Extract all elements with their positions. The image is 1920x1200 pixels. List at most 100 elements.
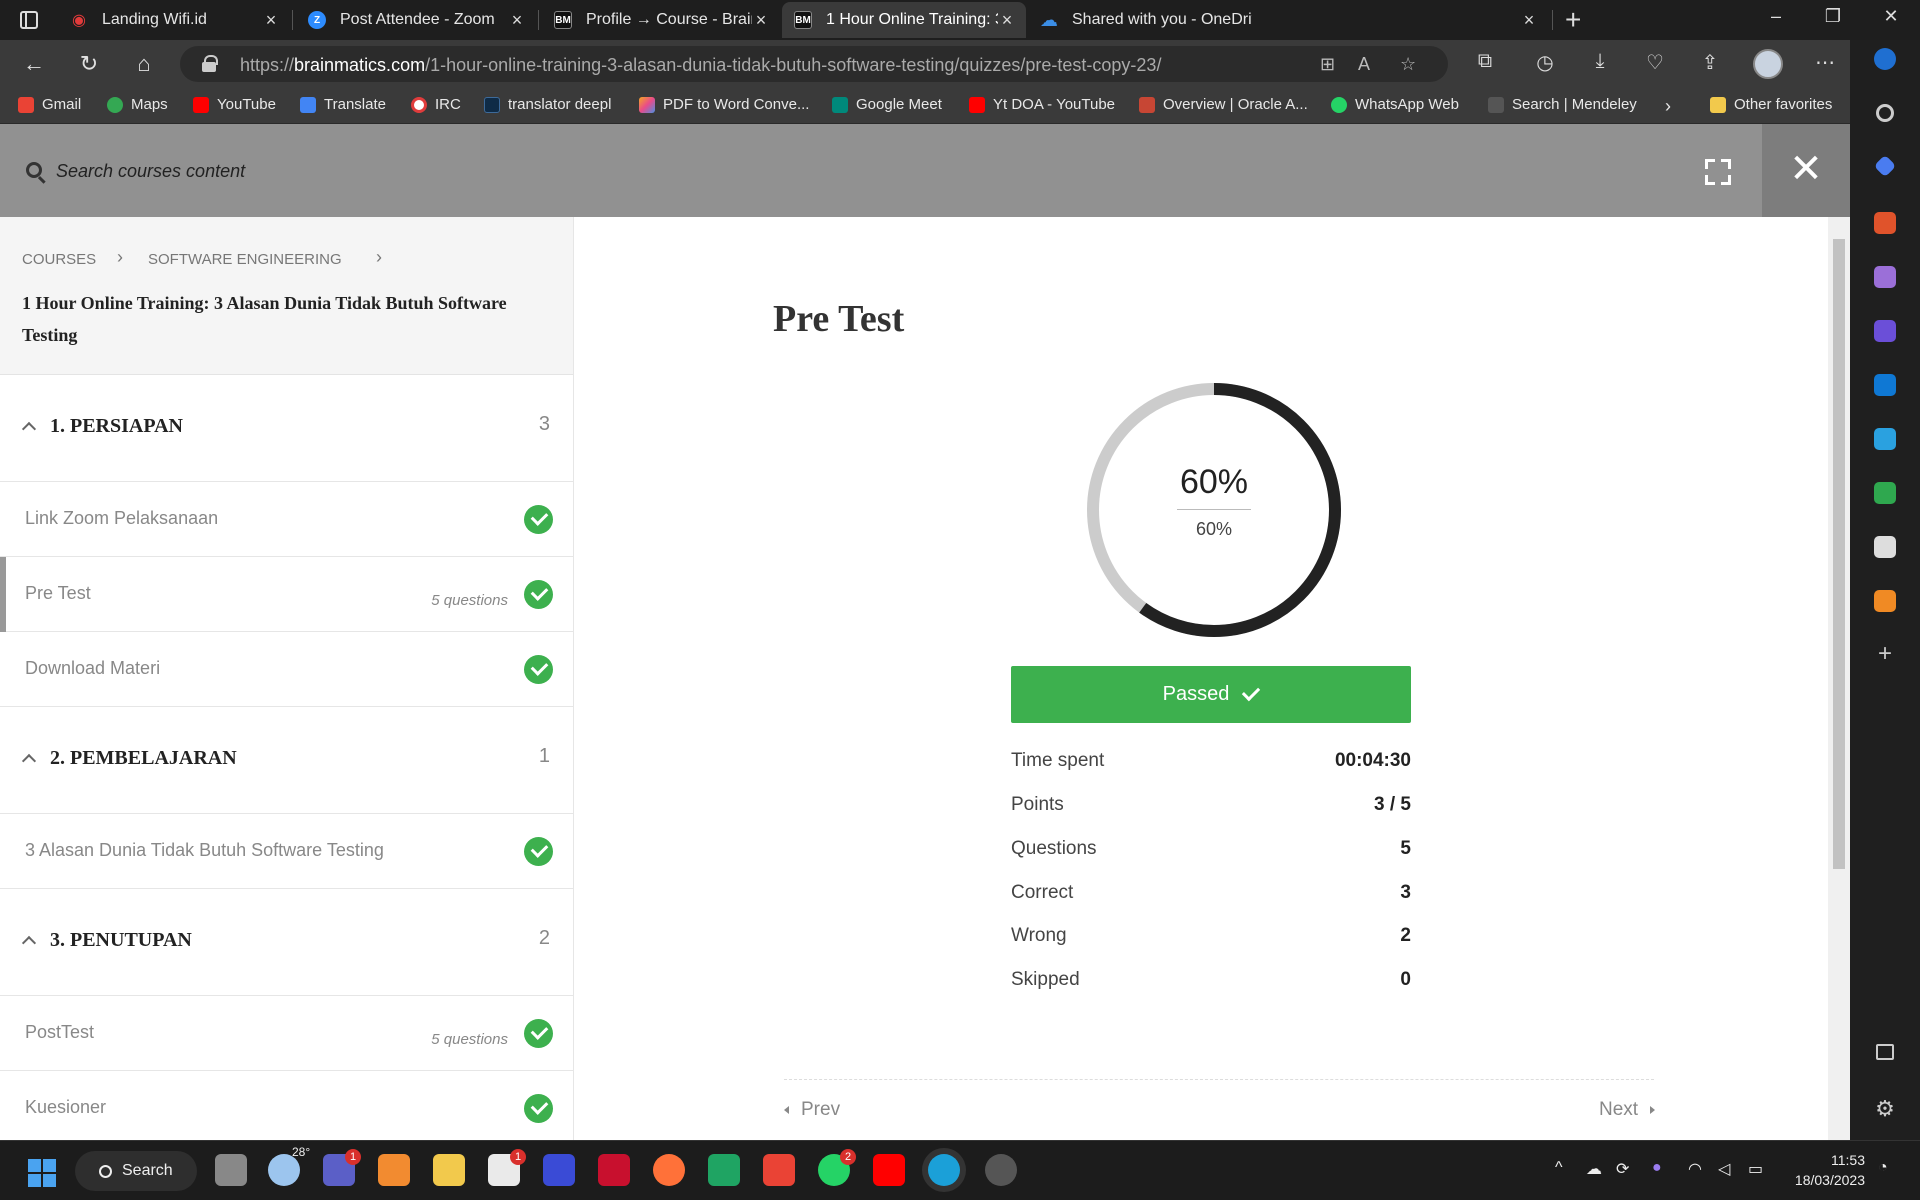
lesson-item-current[interactable]: Pre Test 5 questions bbox=[0, 557, 573, 632]
extensions-icon[interactable]: ⧉ bbox=[1470, 50, 1500, 73]
more-menu-icon[interactable]: ⋯ bbox=[1810, 50, 1840, 75]
minimize-window-icon[interactable]: – bbox=[1756, 6, 1796, 27]
lesson-item[interactable]: Link Zoom Pelaksanaan bbox=[0, 482, 573, 557]
obs-icon[interactable] bbox=[985, 1154, 1017, 1186]
favorite-yt-doa[interactable]: Yt DOA - YouTube bbox=[969, 96, 1115, 113]
favorite-oracle[interactable]: Overview | Oracle A... bbox=[1139, 96, 1308, 113]
settings-gear-icon[interactable]: ⚙ bbox=[1874, 1098, 1896, 1120]
history-icon[interactable]: ◷ bbox=[1530, 50, 1560, 75]
battery-icon[interactable]: ▭ bbox=[1748, 1159, 1763, 1179]
lock-icon[interactable] bbox=[202, 55, 218, 72]
browser-tab-active[interactable]: BM 1 Hour Online Training: 3 Alasan × bbox=[782, 2, 1026, 38]
firefox-icon[interactable] bbox=[653, 1154, 685, 1186]
browser-tab-wifi[interactable]: ◉ Landing Wifi.id × bbox=[58, 2, 290, 38]
stack-overflow-icon[interactable] bbox=[1874, 590, 1896, 612]
whatsapp-icon[interactable]: 2 bbox=[818, 1149, 856, 1186]
browser-tab-onedrive[interactable]: ☁ Shared with you - OneDrive × bbox=[1028, 2, 1548, 38]
section-penutupan[interactable]: 3. PENUTUPAN 2 bbox=[0, 889, 573, 996]
gmail-icon[interactable] bbox=[763, 1154, 795, 1186]
youtube-icon[interactable] bbox=[873, 1154, 905, 1186]
lesson-item[interactable]: PostTest 5 questions bbox=[0, 996, 573, 1071]
restore-window-icon[interactable]: ❐ bbox=[1813, 6, 1853, 27]
browser-tab-zoom[interactable]: Z Post Attendee - Zoom × bbox=[296, 2, 536, 38]
edge-browser-icon[interactable] bbox=[928, 1154, 960, 1186]
url-text[interactable]: https://brainmatics.com/1-hour-online-tr… bbox=[240, 55, 1161, 76]
favorites-overflow-chevron-icon[interactable]: › bbox=[1665, 96, 1671, 117]
task-view-icon[interactable] bbox=[215, 1154, 247, 1186]
volume-icon[interactable]: ◁ bbox=[1718, 1159, 1730, 1179]
show-hidden-icons-chevron-icon[interactable]: ^ bbox=[1555, 1159, 1563, 1177]
vpn-app-icon[interactable] bbox=[543, 1154, 575, 1186]
favorite-google-meet[interactable]: Google Meet bbox=[832, 96, 942, 113]
tree-app-icon[interactable] bbox=[1874, 482, 1896, 504]
taskbar-clock[interactable]: 11:53 18/03/2023 bbox=[1775, 1150, 1865, 1190]
browser-essentials-icon[interactable]: ♡ bbox=[1640, 50, 1670, 75]
favorite-other-favorites[interactable]: Other favorites bbox=[1710, 96, 1832, 113]
tools-icon[interactable] bbox=[1874, 212, 1896, 234]
add-favorite-icon[interactable]: ☆ bbox=[1400, 54, 1416, 75]
refresh-icon[interactable]: ↻ bbox=[75, 50, 103, 78]
favorite-maps[interactable]: Maps bbox=[107, 96, 168, 113]
teams-icon[interactable]: 1 bbox=[323, 1149, 361, 1186]
microsoft365-icon[interactable] bbox=[1874, 320, 1896, 342]
file-explorer-icon[interactable] bbox=[433, 1154, 465, 1186]
search-courses-input[interactable] bbox=[56, 154, 656, 188]
favorite-translate[interactable]: Translate bbox=[300, 96, 386, 113]
close-tab-icon[interactable]: × bbox=[1520, 10, 1538, 31]
fullscreen-button[interactable] bbox=[1673, 124, 1763, 217]
shopping-icon[interactable] bbox=[1873, 154, 1897, 178]
next-button[interactable]: Next bbox=[1599, 1099, 1656, 1121]
downloads-icon[interactable]: ⤓ bbox=[1585, 50, 1615, 73]
close-tab-icon[interactable]: × bbox=[508, 10, 526, 31]
microsoft-store-icon[interactable]: 1 bbox=[488, 1149, 526, 1186]
section-pembelajaran[interactable]: 2. PEMBELAJARAN 1 bbox=[0, 707, 573, 814]
sync-icon[interactable]: ⟳ bbox=[1616, 1159, 1629, 1179]
favorite-deepl[interactable]: translator deepl bbox=[484, 96, 611, 113]
close-tab-icon[interactable]: × bbox=[752, 10, 770, 31]
google-drive-icon[interactable] bbox=[708, 1154, 740, 1186]
back-icon[interactable]: ← bbox=[20, 50, 48, 78]
telegram-icon[interactable] bbox=[1874, 428, 1896, 450]
games-icon[interactable] bbox=[1874, 266, 1896, 288]
onedrive-tray-icon[interactable]: ☁ bbox=[1586, 1159, 1602, 1179]
profile-avatar[interactable] bbox=[1753, 49, 1783, 79]
app-available-icon[interactable]: ⊞ bbox=[1320, 54, 1335, 75]
weather-icon[interactable] bbox=[268, 1154, 300, 1186]
close-tab-icon[interactable]: × bbox=[998, 10, 1016, 31]
add-sidebar-app-icon[interactable]: + bbox=[1874, 642, 1896, 666]
favorite-gmail[interactable]: Gmail bbox=[18, 96, 81, 113]
notifications-icon[interactable]: ◔ bbox=[1878, 1159, 1888, 1177]
section-persiapan[interactable]: 1. PERSIAPAN 3 bbox=[0, 375, 573, 482]
content-scrollbar-thumb[interactable] bbox=[1833, 239, 1845, 869]
close-course-button[interactable]: ✕ bbox=[1762, 124, 1850, 217]
calendar-app-icon[interactable] bbox=[1874, 536, 1896, 558]
lesson-item[interactable]: 3 Alasan Dunia Tidak Butuh Software Test… bbox=[0, 814, 573, 889]
windows-start-icon[interactable] bbox=[28, 1159, 56, 1187]
prev-button[interactable]: Prev bbox=[784, 1099, 840, 1121]
favorite-mendeley[interactable]: Search | Mendeley bbox=[1488, 96, 1637, 113]
hide-sidebar-icon[interactable] bbox=[1876, 1044, 1894, 1060]
close-tab-icon[interactable]: × bbox=[262, 10, 280, 31]
breadcrumb-software-engineering[interactable]: SOFTWARE ENGINEERING bbox=[148, 251, 342, 268]
wifi-icon[interactable]: ◠ bbox=[1688, 1159, 1702, 1179]
lesson-item[interactable]: Download Materi bbox=[0, 632, 573, 707]
share-icon[interactable]: ⇪ bbox=[1695, 50, 1725, 75]
read-aloud-icon[interactable]: A bbox=[1358, 54, 1370, 75]
close-window-icon[interactable]: ✕ bbox=[1871, 6, 1911, 27]
tab-actions-icon[interactable] bbox=[20, 11, 38, 29]
mcafee-icon[interactable] bbox=[598, 1154, 630, 1186]
outlook-icon[interactable] bbox=[1874, 374, 1896, 396]
favorite-pdf-to-word[interactable]: PDF to Word Conve... bbox=[639, 96, 809, 113]
address-bar[interactable]: https://brainmatics.com/1-hour-online-tr… bbox=[180, 46, 1448, 82]
lesson-item[interactable]: Kuesioner bbox=[0, 1071, 573, 1140]
favorite-youtube[interactable]: YouTube bbox=[193, 96, 276, 113]
taskbar-search-button[interactable]: Search bbox=[75, 1151, 197, 1191]
content-scrollbar[interactable] bbox=[1828, 217, 1850, 1140]
microphone-icon[interactable]: ● bbox=[1652, 1159, 1662, 1177]
xampp-icon[interactable] bbox=[378, 1154, 410, 1186]
favorite-whatsapp-web[interactable]: WhatsApp Web bbox=[1331, 96, 1459, 113]
search-sidebar-icon[interactable] bbox=[1876, 104, 1894, 122]
favorite-irc[interactable]: IRC bbox=[411, 96, 461, 113]
home-icon[interactable]: ⌂ bbox=[130, 50, 158, 78]
breadcrumb-courses[interactable]: COURSES bbox=[22, 251, 96, 268]
